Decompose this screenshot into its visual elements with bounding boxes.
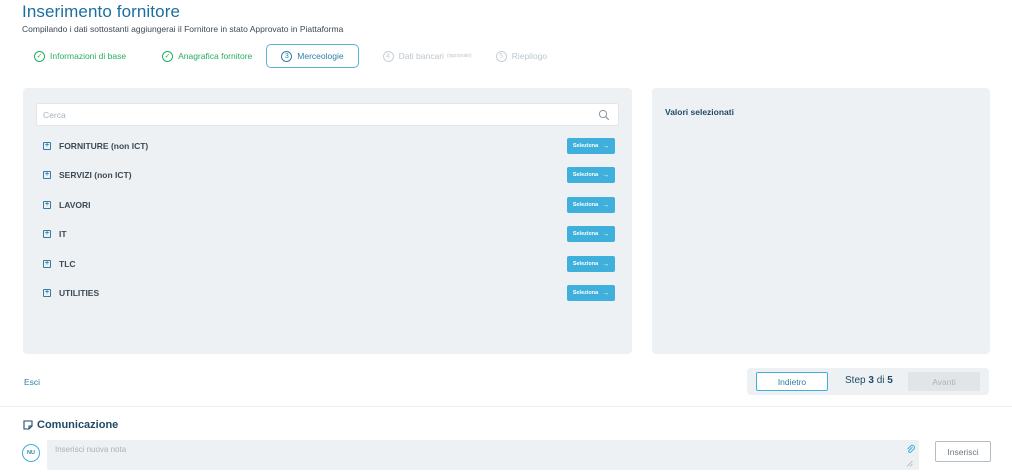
category-row-lavori: + LAVORI Seleziona →	[43, 195, 615, 215]
select-button-label: Seleziona	[572, 143, 599, 149]
select-button-label: Seleziona	[572, 290, 599, 296]
arrow-right-icon: →	[602, 171, 610, 179]
arrow-right-icon: →	[602, 260, 610, 268]
wizard-navigation: Indietro Step 3 di 5 Avanti	[747, 368, 989, 395]
step-label: Informazioni di base	[50, 51, 127, 61]
note-input[interactable]	[47, 440, 919, 470]
expand-plus-icon[interactable]: +	[43, 201, 51, 209]
expand-plus-icon[interactable]: +	[43, 260, 51, 268]
select-button-label: Seleziona	[572, 172, 599, 178]
select-button-label: Seleziona	[572, 231, 599, 237]
wizard-stepper: ✓ Informazioni di base ✓ Anagrafica forn…	[22, 44, 571, 68]
expand-plus-icon[interactable]: +	[43, 171, 51, 179]
select-button[interactable]: Seleziona →	[567, 226, 615, 242]
section-divider	[0, 406, 1012, 407]
category-row-utilities: + UTILITIES Seleziona →	[43, 283, 615, 303]
select-button[interactable]: Seleziona →	[567, 167, 615, 183]
select-button[interactable]: Seleziona →	[567, 197, 615, 213]
select-button-label: Seleziona	[572, 261, 599, 267]
category-row-tlc: + TLC Seleziona →	[43, 254, 615, 274]
category-label: UTILITIES	[59, 288, 100, 298]
insert-note-button[interactable]: Inserisci	[935, 441, 991, 462]
category-label: FORNITURE (non ICT)	[59, 141, 149, 151]
select-button[interactable]: Seleziona →	[567, 138, 615, 154]
communication-title: Comunicazione	[37, 419, 119, 431]
communication-header: Comunicazione	[23, 419, 118, 431]
step-informazioni-di-base[interactable]: ✓ Informazioni di base	[22, 44, 126, 68]
arrow-right-icon: →	[602, 201, 610, 209]
category-label: IT	[59, 229, 67, 239]
search-box	[36, 103, 619, 126]
category-label: LAVORI	[59, 200, 91, 210]
select-button-label: Seleziona	[572, 202, 599, 208]
step-label: Dati bancari	[398, 51, 444, 61]
category-row-it: + IT Seleziona →	[43, 224, 615, 244]
step-prefix: Step	[845, 375, 866, 386]
expand-plus-icon[interactable]: +	[43, 230, 51, 238]
back-button[interactable]: Indietro	[756, 372, 828, 391]
select-button[interactable]: Seleziona →	[567, 285, 615, 301]
step-indicator: Step 3 di 5	[845, 375, 893, 386]
step-of: di	[876, 375, 885, 386]
category-label: SERVIZI (non ICT)	[59, 170, 132, 180]
optional-hint: (opzionale)	[446, 53, 472, 59]
step-merceologie[interactable]: 3 Merceologie	[266, 44, 359, 68]
step-label: Merceologie	[297, 51, 344, 61]
check-circle-icon: ✓	[34, 50, 45, 62]
avatar: NU	[22, 444, 40, 462]
expand-plus-icon[interactable]: +	[43, 142, 51, 150]
note-icon	[23, 420, 33, 430]
step-number-4: 4	[382, 50, 394, 62]
category-label: TLC	[59, 259, 76, 269]
step-label: Riepilogo	[511, 51, 548, 61]
categories-panel: + FORNITURE (non ICT) Seleziona→ + SERVI…	[23, 88, 632, 354]
resize-handle-icon[interactable]	[906, 460, 913, 467]
step-total: 5	[887, 375, 893, 386]
paperclip-icon[interactable]	[906, 444, 915, 454]
check-circle-icon: ✓	[162, 50, 174, 62]
select-button[interactable]: Seleziona →	[567, 256, 615, 272]
selected-values-title: Valori selezionati	[665, 107, 734, 117]
arrow-right-icon: →	[602, 230, 610, 238]
category-row-forniture: + FORNITURE (non ICT) Seleziona →	[43, 136, 615, 156]
search-icon[interactable]	[598, 109, 610, 121]
step-riepilogo: 5 Riepilogo	[495, 44, 548, 68]
arrow-right-icon: →	[602, 289, 610, 297]
step-anagrafica-fornitore[interactable]: ✓ Anagrafica fornitore	[150, 44, 252, 68]
category-row-servizi: + SERVIZI (non ICT) Seleziona →	[43, 165, 615, 185]
step-dati-bancari: 4 Dati bancari (opzionale)	[382, 44, 472, 68]
step-current: 3	[868, 375, 874, 386]
step-number-5: 5	[495, 50, 507, 62]
arrow-right-icon: →	[602, 142, 610, 150]
expand-plus-icon[interactable]: +	[43, 289, 51, 297]
page-title: Inserimento fornitore	[22, 2, 181, 21]
selected-values-panel: Valori selezionati	[652, 88, 990, 354]
search-input[interactable]	[43, 109, 583, 120]
page-subtitle: Compilando i dati sottostanti aggiungera…	[22, 24, 344, 34]
next-button: Avanti	[908, 372, 980, 391]
step-number-3: 3	[281, 50, 293, 62]
exit-link[interactable]: Esci	[24, 377, 40, 387]
step-label: Anagrafica fornitore	[178, 51, 253, 61]
